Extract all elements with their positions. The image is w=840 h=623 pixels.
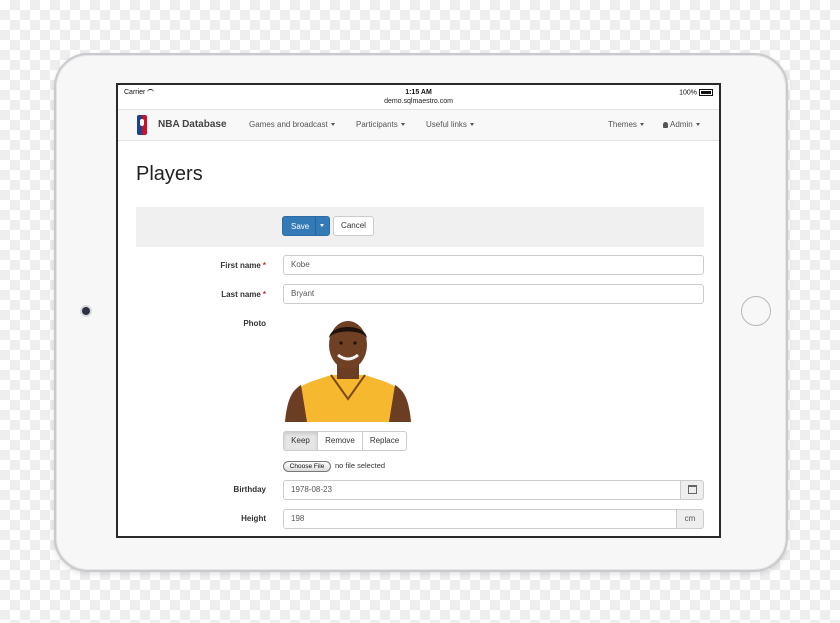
- nav-participants-label: Participants: [356, 120, 398, 129]
- height-unit: cm: [676, 509, 704, 529]
- player-photo: [285, 321, 411, 422]
- address-url[interactable]: demo.sqlmaestro.com: [118, 98, 719, 105]
- birthday-input[interactable]: 1978-08-23: [283, 480, 681, 500]
- chevron-down-icon[interactable]: [320, 224, 324, 227]
- required-marker: *: [262, 261, 266, 270]
- nba-logo-icon[interactable]: [137, 115, 147, 135]
- battery-label: 100%: [679, 89, 697, 97]
- nav-themes-label: Themes: [608, 120, 637, 129]
- save-split-divider: [315, 217, 316, 235]
- required-marker: *: [262, 290, 266, 299]
- cancel-button[interactable]: Cancel: [333, 216, 374, 236]
- status-time: 1:15 AM: [405, 89, 432, 96]
- keep-photo-button[interactable]: Keep: [283, 431, 318, 451]
- home-button[interactable]: [741, 296, 771, 326]
- next-field-edge: [283, 537, 704, 538]
- chevron-down-icon: [695, 123, 700, 127]
- file-status-text: no file selected: [335, 461, 386, 470]
- birthday-picker[interactable]: [680, 480, 704, 500]
- brand-link[interactable]: NBA Database: [158, 119, 227, 130]
- chevron-down-icon: [330, 123, 335, 127]
- nav-participants[interactable]: Participants: [356, 120, 405, 129]
- nav-themes[interactable]: Themes: [608, 120, 644, 129]
- last-name-input[interactable]: Bryant: [283, 284, 704, 304]
- chevron-down-icon: [639, 123, 644, 127]
- last-name-label: Last name *: [136, 290, 266, 299]
- save-button[interactable]: Save: [282, 216, 330, 236]
- nav-admin-label: Admin: [670, 120, 693, 129]
- last-name-label-text: Last name: [221, 290, 261, 299]
- birthday-label: Birthday: [233, 485, 266, 494]
- page-title: Players: [136, 163, 203, 185]
- battery-icon: [699, 89, 713, 96]
- photo-label: Photo: [243, 319, 266, 328]
- first-name-label: First name *: [136, 261, 266, 270]
- save-button-label: Save: [291, 222, 310, 231]
- form-toolbar: Save Cancel: [136, 207, 704, 247]
- camera-icon: [82, 307, 90, 315]
- navbar: NBA Database Games and broadcast Partici…: [118, 109, 719, 141]
- screen: Carrier 1:15 AM demo.sqlmaestro.com 100%…: [116, 83, 721, 538]
- nav-useful-links[interactable]: Useful links: [426, 120, 474, 129]
- replace-photo-button[interactable]: Replace: [362, 431, 407, 451]
- status-battery: 100%: [679, 89, 713, 96]
- remove-photo-button[interactable]: Remove: [317, 431, 363, 451]
- user-icon: [663, 121, 668, 128]
- status-bar: Carrier 1:15 AM demo.sqlmaestro.com 100%: [118, 85, 719, 109]
- first-name-input[interactable]: Kobe: [283, 255, 704, 275]
- chevron-down-icon: [400, 123, 405, 127]
- first-name-label-text: First name: [220, 261, 261, 270]
- nav-admin[interactable]: Admin: [663, 120, 700, 129]
- nav-useful-links-label: Useful links: [426, 120, 467, 129]
- nav-games-label: Games and broadcast: [249, 120, 328, 129]
- calendar-icon: [687, 485, 697, 495]
- chevron-down-icon: [469, 123, 474, 127]
- nav-games-broadcast[interactable]: Games and broadcast: [249, 120, 335, 129]
- choose-file-button[interactable]: Choose File: [283, 461, 331, 472]
- height-input[interactable]: 198: [283, 509, 677, 529]
- height-label: Height: [241, 514, 266, 523]
